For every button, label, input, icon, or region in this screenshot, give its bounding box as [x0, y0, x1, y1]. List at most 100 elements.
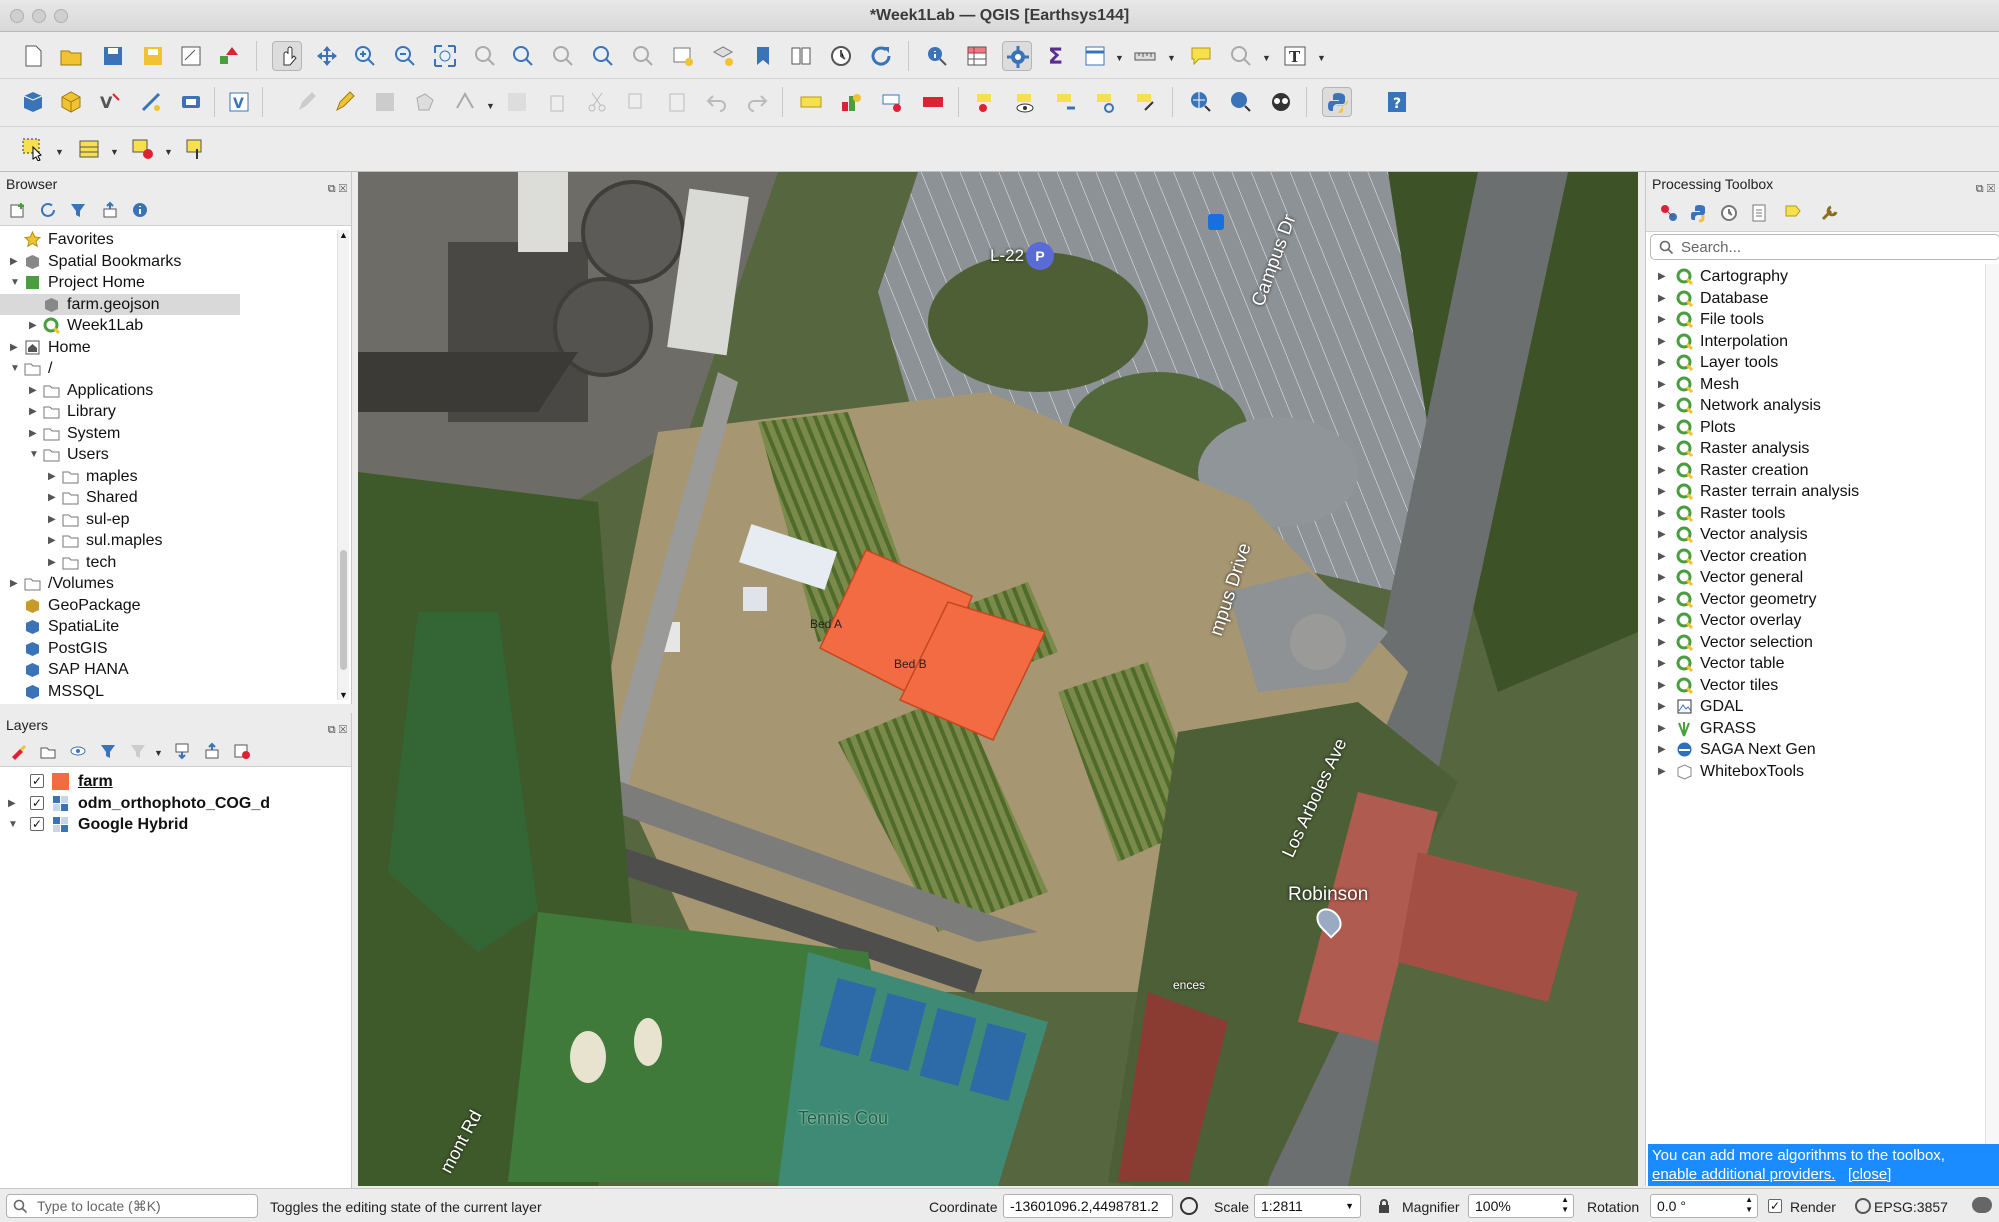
history-icon[interactable]	[1716, 200, 1742, 226]
metasearch-icon[interactable]	[1186, 87, 1216, 117]
current-edits-icon[interactable]	[292, 87, 322, 117]
chevron-right-icon[interactable]: ▶	[1658, 460, 1668, 481]
redo-icon[interactable]	[742, 87, 772, 117]
chevron-right-icon[interactable]: ▶	[29, 380, 39, 401]
scale-field[interactable]: 1:2811 ▼	[1254, 1194, 1361, 1218]
options-wrench-icon[interactable]	[1816, 200, 1842, 226]
browser-item[interactable]: ▶ Shared	[0, 487, 330, 508]
chevron-down-icon[interactable]: ▼	[29, 444, 39, 465]
chevron-down-icon[interactable]: ▼	[1167, 53, 1176, 63]
collapse-all-icon[interactable]	[200, 739, 224, 763]
spinner-icon[interactable]: ▲ ▼	[1561, 1195, 1569, 1215]
help-icon[interactable]: ?	[1382, 87, 1412, 117]
pan-to-selection-icon[interactable]	[312, 41, 342, 71]
locator-search-icon[interactable]	[1226, 41, 1256, 71]
browser-item[interactable]: farm.geojson	[0, 293, 240, 315]
edit-features-in-place-icon[interactable]	[1780, 200, 1806, 226]
save-as-icon[interactable]	[138, 41, 168, 71]
layer-row[interactable]: ▶ ✓ odm_orthophoto_COG_d	[0, 793, 340, 814]
browser-item[interactable]: ▶ Spatial Bookmarks	[0, 251, 330, 272]
toolbox-provider-item[interactable]: ▶ Vector analysis	[1646, 524, 1976, 545]
chevron-down-icon[interactable]: ▼	[110, 147, 119, 157]
lock-scale-icon[interactable]	[1378, 1199, 1390, 1213]
chevron-right-icon[interactable]: ▶	[1658, 567, 1668, 588]
select-features-icon[interactable]	[18, 134, 48, 164]
browser-item[interactable]: ▼ Project Home	[0, 272, 330, 293]
chevron-right-icon[interactable]: ▶	[29, 423, 39, 444]
toolbox-provider-item[interactable]: ▶ Vector selection	[1646, 632, 1976, 653]
toolbox-search-input[interactable]: Search...	[1650, 234, 1999, 260]
new-project-icon[interactable]	[18, 41, 48, 71]
save-project-icon[interactable]	[98, 41, 128, 71]
chevron-right-icon[interactable]: ▶	[1658, 266, 1668, 287]
chevron-right-icon[interactable]: ▶	[1658, 524, 1668, 545]
layer-row[interactable]: ▼ ✓ Google Hybrid	[0, 814, 340, 835]
browser-item[interactable]: ▶ maples	[0, 466, 330, 487]
browser-item[interactable]: SpatiaLite	[0, 616, 330, 637]
toolbox-provider-item[interactable]: ▶ GDAL	[1646, 696, 1976, 717]
new-virtual-layer-icon[interactable]	[176, 87, 206, 117]
browser-item[interactable]: ▶ tech	[0, 552, 330, 573]
toggle-editing-icon[interactable]	[330, 87, 360, 117]
toolbox-provider-item[interactable]: ▶ Raster terrain analysis	[1646, 481, 1976, 502]
browser-item[interactable]: ▶ /Volumes	[0, 573, 330, 594]
label-toolbar-icon[interactable]	[796, 87, 826, 117]
browser-item[interactable]: PostGIS	[0, 638, 330, 659]
chevron-right-icon[interactable]: ▶	[48, 487, 58, 508]
pan-map-icon[interactable]	[272, 41, 302, 71]
chevron-down-icon[interactable]: ▼	[10, 272, 20, 293]
processing-toolbox-icon[interactable]	[1002, 41, 1032, 71]
browser-item[interactable]: ▼ Users	[0, 444, 330, 465]
zoom-out-icon[interactable]	[390, 41, 420, 71]
python-console-icon[interactable]	[1322, 87, 1352, 117]
browser-item[interactable]: ▶ Applications	[0, 380, 330, 401]
layer-styling-icon[interactable]	[6, 739, 30, 763]
chevron-right-icon[interactable]: ▶	[10, 337, 20, 358]
chevron-right-icon[interactable]: ▶	[1658, 288, 1668, 309]
render-checkbox[interactable]: ✓	[1768, 1199, 1782, 1213]
rotate-label-icon[interactable]	[1090, 87, 1120, 117]
filter-by-expression-icon[interactable]	[126, 739, 150, 763]
attribute-table-icon[interactable]	[962, 41, 992, 71]
layer-row[interactable]: ✓ farm	[0, 771, 340, 792]
chevron-right-icon[interactable]: ▶	[1658, 503, 1668, 524]
crs-button[interactable]: EPSG:3857	[1874, 1199, 1948, 1215]
add-layer-icon[interactable]	[6, 198, 30, 222]
save-layer-edits-icon[interactable]	[370, 87, 400, 117]
remove-layer-icon[interactable]	[230, 739, 254, 763]
digitizing-toggle-icon[interactable]: V	[224, 87, 254, 117]
chevron-right-icon[interactable]: ▶	[1658, 331, 1668, 352]
browser-item[interactable]: Favorites	[0, 229, 330, 250]
new-shapefile-layer-icon[interactable]: V	[96, 87, 126, 117]
toggle-label-display-icon[interactable]	[918, 87, 948, 117]
magnifier-field[interactable]: 100% ▲ ▼	[1468, 1194, 1574, 1218]
chevron-right-icon[interactable]: ▶	[1658, 481, 1668, 502]
pin-labels-icon[interactable]	[970, 87, 1000, 117]
chevron-down-icon[interactable]: ▼	[10, 358, 20, 379]
map-canvas[interactable]: P Bed A Bed B L-22 Campus Dr mpus Drive …	[358, 172, 1638, 1186]
toolbox-provider-item[interactable]: ▶ Database	[1646, 288, 1976, 309]
open-project-icon[interactable]	[56, 41, 86, 71]
toolbox-provider-item[interactable]: ▶ Vector creation	[1646, 546, 1976, 567]
filter-icon[interactable]	[66, 198, 90, 222]
chevron-down-icon[interactable]: ▼	[1262, 53, 1271, 63]
chevron-right-icon[interactable]: ▶	[1658, 417, 1668, 438]
show-bookmarks-icon[interactable]	[786, 41, 816, 71]
chevron-right-icon[interactable]: ▶	[1658, 374, 1668, 395]
collapse-all-icon[interactable]	[98, 198, 122, 222]
move-label-icon[interactable]	[1050, 87, 1080, 117]
extents-toggle-icon[interactable]	[1180, 1197, 1198, 1215]
add-polygon-feature-icon[interactable]	[410, 87, 440, 117]
messages-icon[interactable]	[1972, 1197, 1992, 1213]
new-bookmark-icon[interactable]	[748, 41, 778, 71]
chevron-right-icon[interactable]: ▶	[1658, 395, 1668, 416]
zoom-last-icon[interactable]	[588, 41, 618, 71]
geocoder-icon[interactable]	[1266, 87, 1296, 117]
chevron-right-icon[interactable]: ▶	[1658, 610, 1668, 631]
manage-map-themes-icon[interactable]	[66, 739, 90, 763]
chevron-down-icon[interactable]: ▼	[486, 101, 495, 111]
chevron-right-icon[interactable]: ▶	[1658, 761, 1668, 782]
chevron-right-icon[interactable]: ▶	[1658, 739, 1668, 760]
chevron-right-icon[interactable]: ▶	[1658, 653, 1668, 674]
browser-item[interactable]: ▶ Week1Lab	[0, 315, 330, 336]
